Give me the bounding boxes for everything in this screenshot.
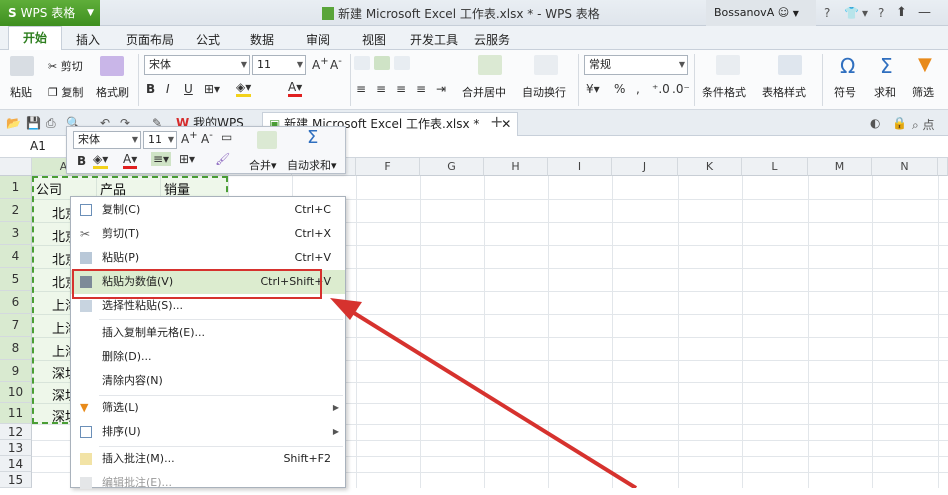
annotation-arrow-shaft [344,306,638,488]
annotation-arrow [330,298,638,488]
